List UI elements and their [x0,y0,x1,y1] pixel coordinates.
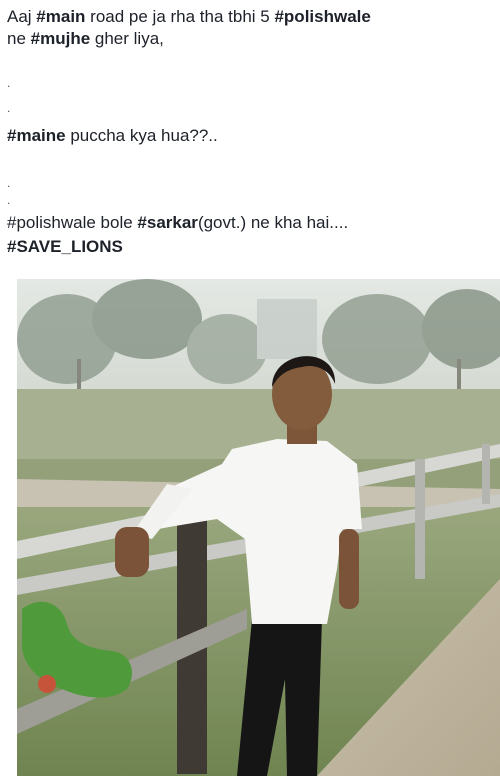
post-photo[interactable] [17,279,500,776]
caption-dot: . [7,193,11,207]
caption-text: gher liya, [90,29,164,48]
caption-line-3: #maine puccha kya hua??.. [7,125,218,147]
caption-text: puccha kya hua??.. [65,126,218,145]
caption-text: road pe ja rha tha tbhi 5 [85,7,275,26]
caption-line-2: ne #mujhe gher liya, [7,28,164,50]
caption-text: ne [7,29,31,48]
hashtag-main[interactable]: #main [36,7,85,26]
photo-scene [17,279,500,776]
caption-dot: . [7,76,11,90]
caption-text: (govt.) ne kha hai.... [197,213,349,232]
hashtag-polishwale[interactable]: #polishwale [274,7,370,26]
caption-dot: . [7,101,11,115]
caption-text: Aaj [7,7,37,26]
caption-line-5: #SAVE_LIONS [7,236,123,258]
caption-line-4: #polishwale bole #sarkar(govt.) ne kha h… [7,212,348,234]
caption-line-1: Aaj #main road pe ja rha tha tbhi 5 #pol… [7,6,371,28]
caption-text: #polishwale bole [7,213,138,232]
hashtag-save-lions[interactable]: #SAVE_LIONS [7,237,123,256]
hashtag-maine[interactable]: #maine [7,126,66,145]
hashtag-mujhe[interactable]: #mujhe [31,29,91,48]
hashtag-sarkar[interactable]: #sarkar [137,213,198,232]
